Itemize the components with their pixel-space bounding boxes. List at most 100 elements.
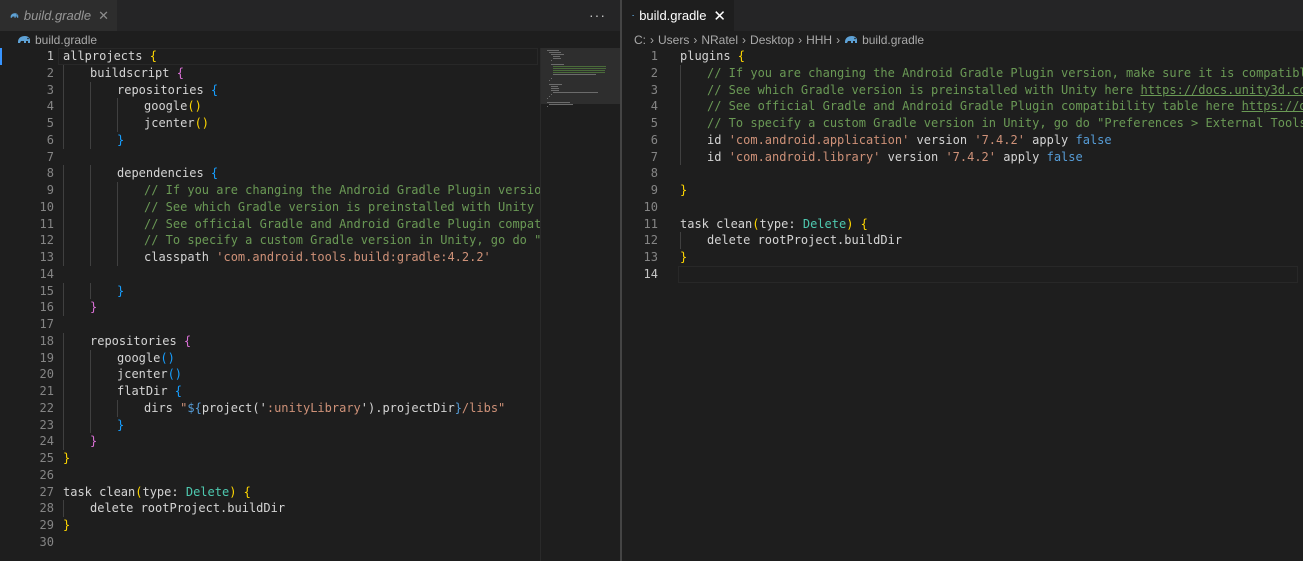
tab-build-gradle-left[interactable]: build.gradle ✕ xyxy=(0,0,117,31)
indent-guide xyxy=(90,115,91,132)
indent-guide xyxy=(63,332,64,350)
code-line[interactable]: 2 // If you are changing the Android Grad… xyxy=(622,64,1303,82)
code-token: plugins xyxy=(680,49,738,63)
minimap-line xyxy=(553,74,597,75)
breadcrumb-segment[interactable]: NRatel xyxy=(701,33,738,47)
indent-guide xyxy=(680,64,681,82)
code-line[interactable]: 16} xyxy=(0,299,540,316)
code-line[interactable]: 27 task clean(type: Delete) { xyxy=(0,484,540,501)
code-line[interactable]: 15} xyxy=(0,282,540,300)
code-line[interactable]: 19 google() xyxy=(0,349,540,367)
indent-guide xyxy=(90,399,91,417)
line-number: 13 xyxy=(643,250,658,264)
code-line[interactable]: 29} xyxy=(0,517,540,534)
code-token: google xyxy=(144,99,188,114)
code-line[interactable]: 17 xyxy=(0,316,540,333)
code-line[interactable]: 28 delete rootProject.buildDir xyxy=(0,500,540,517)
line-number: 17 xyxy=(39,317,54,331)
breadcrumb-segment[interactable]: HHH xyxy=(806,33,832,47)
code-line[interactable]: 26 xyxy=(0,467,540,484)
line-number: 13 xyxy=(39,250,54,264)
code-line[interactable]: 10 // See which Gradle version is preinst… xyxy=(0,198,570,216)
minimap[interactable] xyxy=(540,48,620,561)
breadcrumb-segment[interactable]: Desktop xyxy=(750,33,794,47)
comment-link[interactable]: https://docs.unity3d.com/Man xyxy=(1140,83,1303,97)
code-line[interactable]: 20 jcenter() xyxy=(0,366,540,383)
code-line[interactable]: 23} xyxy=(0,416,540,434)
code-text: dirs "${project(':unityLibrary').project… xyxy=(144,400,505,417)
line-number: 24 xyxy=(39,434,54,449)
code-token: type: xyxy=(142,484,186,499)
code-line[interactable]: 6} xyxy=(0,131,540,149)
code-line[interactable]: 4 // See official Gradle and Android Grad… xyxy=(622,98,1303,115)
line-number: 29 xyxy=(39,518,54,532)
code-text: // See which Gradle version is preinstal… xyxy=(707,82,1303,99)
code-line[interactable]: 14 xyxy=(0,266,540,283)
code-text: // See official Gradle and Android Gradl… xyxy=(707,98,1303,115)
code-token: { xyxy=(174,384,183,398)
code-line[interactable]: 21 flatDir { xyxy=(0,383,540,400)
code-line[interactable]: 5 jcenter() xyxy=(0,115,540,132)
breadcrumb-file[interactable]: build.gradle xyxy=(17,33,97,47)
indent-guide xyxy=(63,383,64,400)
code-line[interactable]: 8 xyxy=(622,165,1303,182)
indent-guide xyxy=(680,148,681,166)
code-line[interactable]: 6 id 'com.android.application' version '7… xyxy=(622,131,1303,149)
line-number: 26 xyxy=(39,467,54,482)
more-actions-icon[interactable]: ··· xyxy=(589,7,606,23)
breadcrumb-segment[interactable]: C: xyxy=(634,33,646,47)
code-token: } xyxy=(680,183,688,197)
code-text: id 'com.android.library' version '7.4.2'… xyxy=(707,149,1083,166)
code-line[interactable]: 13} xyxy=(622,249,1303,266)
minimap-line xyxy=(547,50,559,51)
code-token: apply xyxy=(1024,132,1076,147)
line-number: 10 xyxy=(39,199,54,214)
code-line[interactable]: 7 id 'com.android.library' version '7.4.2… xyxy=(622,148,1303,166)
minimap-line xyxy=(553,72,606,73)
comment-link[interactable]: https://develo xyxy=(1242,99,1303,113)
code-token: // See which Gradle version is preinstal… xyxy=(707,82,1141,97)
breadcrumb-file[interactable]: build.gradle xyxy=(844,33,924,47)
code-token: :unityLibrary xyxy=(266,400,361,415)
code-line[interactable]: 12 delete rootProject.buildDir xyxy=(622,232,1303,249)
indent-guide xyxy=(63,98,64,115)
tab-build-gradle-right[interactable]: build.gradle ✕ xyxy=(622,0,734,31)
code-line[interactable]: 5 // To specify a custom Gradle version i… xyxy=(622,115,1303,132)
code-text: task clean(type: Delete) { xyxy=(680,216,868,233)
code-line[interactable]: 9} xyxy=(622,182,1303,199)
breadcrumb-segment[interactable]: Users xyxy=(658,33,689,47)
line-number: 28 xyxy=(39,501,54,516)
code-line[interactable]: 3 repositories { xyxy=(0,81,540,99)
gradle-elephant-icon xyxy=(632,14,635,17)
code-line[interactable]: 13 classpath 'com.android.tools.build:gra… xyxy=(0,249,540,266)
code-line[interactable]: 11 // See official Gradle and Android Gra… xyxy=(0,215,563,233)
code-text: google() xyxy=(117,350,175,367)
code-line[interactable]: 24} xyxy=(0,433,540,450)
code-line[interactable]: 18 repositories { xyxy=(0,332,540,350)
code-line[interactable]: 1 plugins { xyxy=(622,48,1303,65)
close-icon[interactable]: ✕ xyxy=(98,8,109,24)
code-token: () xyxy=(194,116,210,130)
code-token: () xyxy=(160,350,175,365)
code-text: } xyxy=(63,517,70,534)
code-line[interactable]: 8 dependencies { xyxy=(0,165,540,182)
code-line[interactable]: 10 xyxy=(622,199,1303,216)
code-line[interactable]: 25} xyxy=(0,450,540,467)
code-line[interactable]: 12 // To specify a custom Gradle version … xyxy=(0,232,563,249)
minimap-line xyxy=(547,106,548,107)
code-text: // See which Gradle version is preinstal… xyxy=(144,199,570,216)
code-line[interactable]: 9 // If you are changing the Android Grad… xyxy=(0,182,570,199)
code-editor-right[interactable]: 1 plugins {2// If you are changing the An… xyxy=(622,48,1303,283)
code-line[interactable]: 7 xyxy=(0,149,540,166)
close-icon[interactable]: ✕ xyxy=(713,7,726,25)
code-line[interactable]: 4 google() xyxy=(0,98,540,115)
code-text: buildscript { xyxy=(90,65,184,82)
code-line[interactable]: 2 buildscript { xyxy=(0,64,540,82)
code-editor-left[interactable]: 1 allprojects {2 buildscript {3 repositorie… xyxy=(0,48,571,551)
code-line[interactable]: 22 dirs "${project(':unityLibrary').proje… xyxy=(0,399,540,417)
indent-guide xyxy=(63,416,64,434)
code-line[interactable]: 3 // See which Gradle version is preinsta… xyxy=(622,81,1303,99)
code-token: delete rootProject.buildDir xyxy=(707,233,903,248)
code-line[interactable]: 30 xyxy=(0,534,540,551)
code-line[interactable]: 11 task clean(type: Delete) { xyxy=(622,216,1303,233)
